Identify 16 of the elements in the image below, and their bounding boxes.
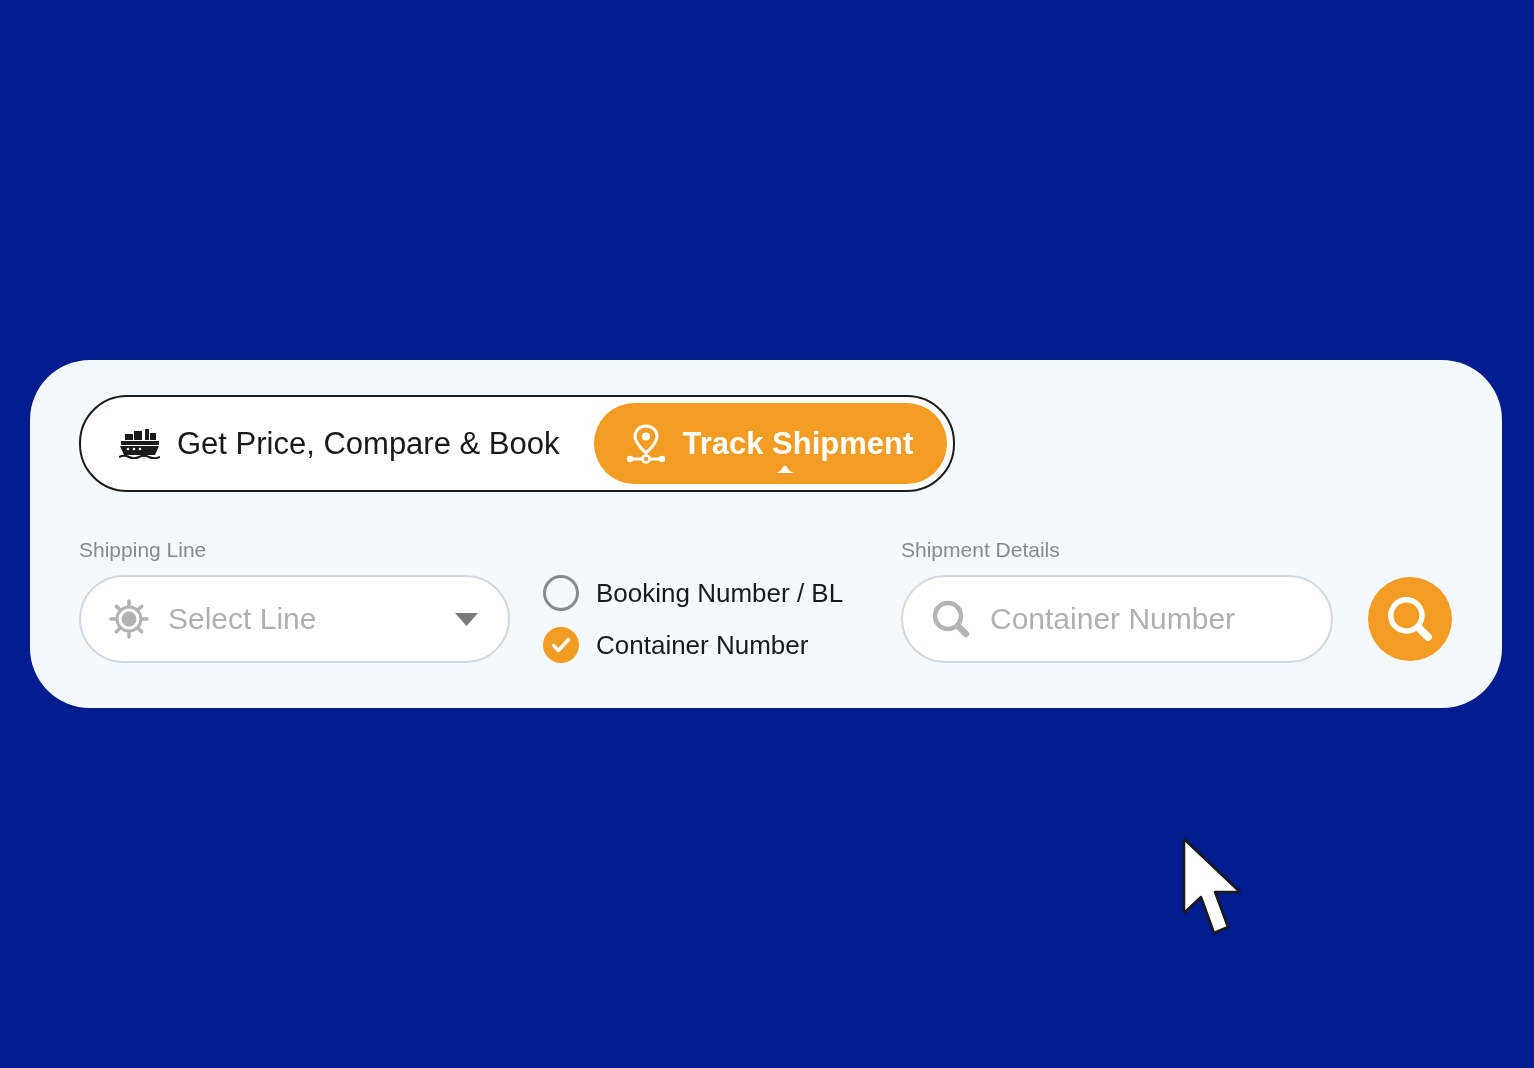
- select-field[interactable]: Select Line: [79, 575, 510, 663]
- search-field[interactable]: Container Number: [901, 575, 1333, 663]
- radio-icon[interactable]: [543, 575, 579, 611]
- map-pin-route-icon: [625, 423, 666, 464]
- field-label: Shipping Line: [79, 537, 208, 563]
- radio-label: Booking Number / BL: [596, 577, 844, 609]
- tab[interactable]: Get Price, Compare & Book: [87, 403, 594, 484]
- mouse-pointer-icon: [1182, 837, 1244, 937]
- cargo-ship-icon: [119, 428, 160, 459]
- checked-radio-icon[interactable]: [543, 627, 579, 663]
- radio-label: Container Number: [596, 629, 809, 661]
- search-icon: [931, 599, 971, 639]
- field-label: Shipment Details: [901, 537, 1061, 563]
- gear-icon: [109, 599, 149, 639]
- caret-icon: [455, 613, 478, 626]
- search-icon: [1386, 595, 1434, 643]
